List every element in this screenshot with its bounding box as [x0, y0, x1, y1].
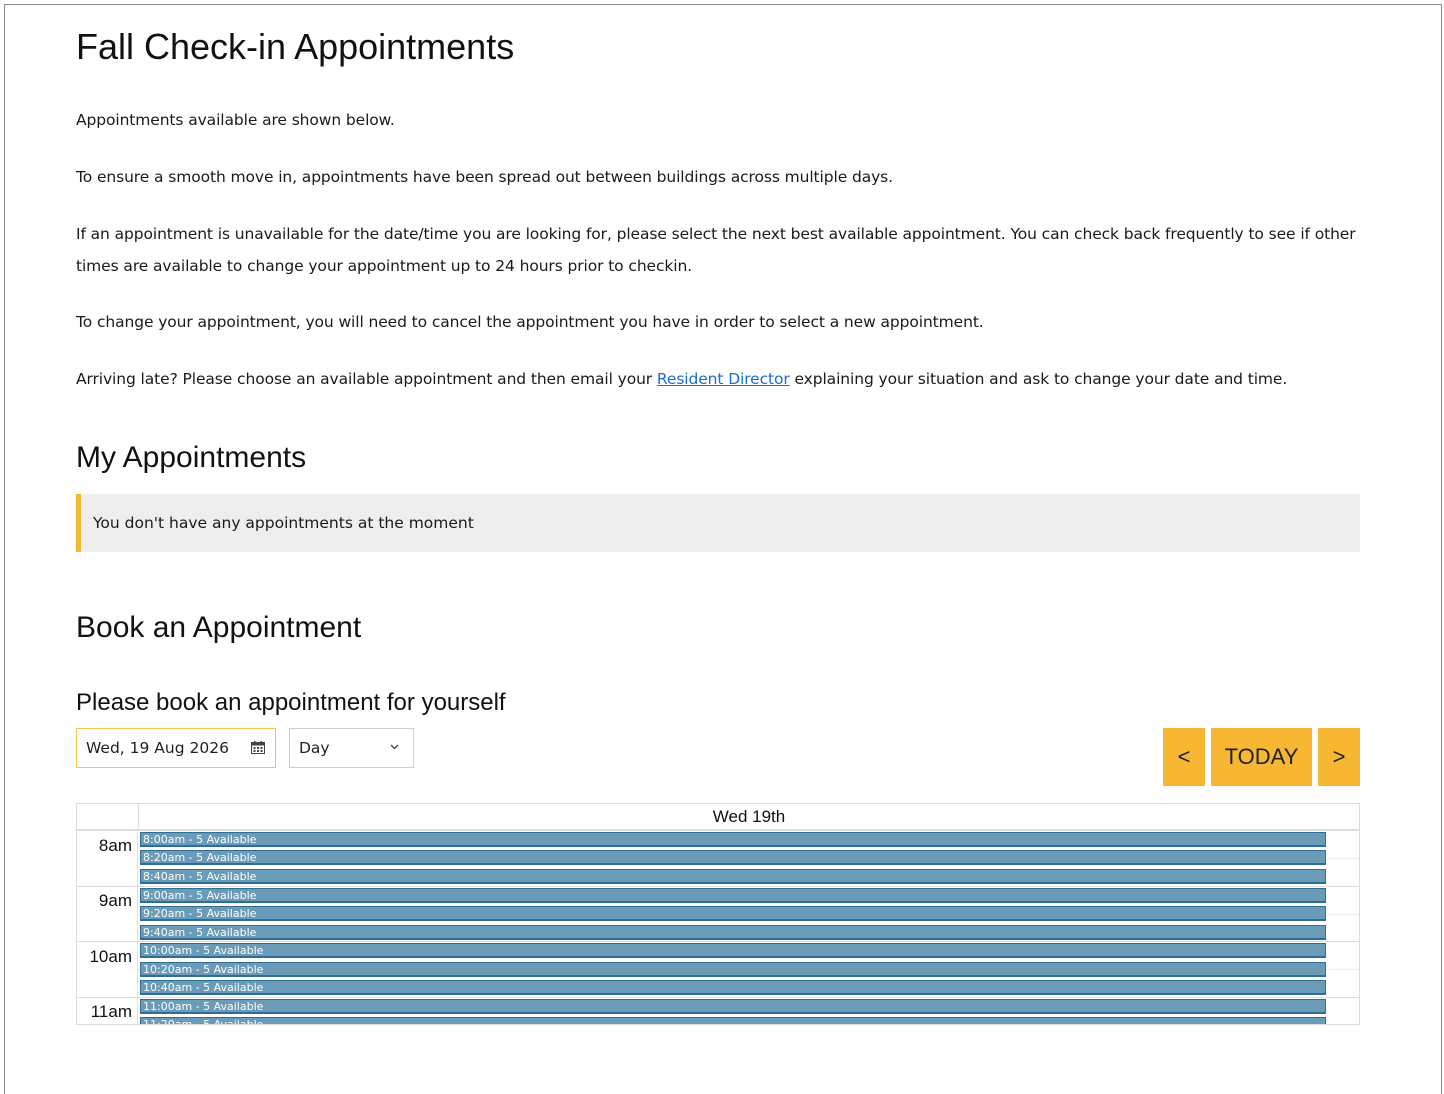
hour-label: 10am	[89, 947, 132, 966]
date-picker-input[interactable]: Wed, 19 Aug 2026	[76, 728, 276, 768]
day-calendar: Wed 19th 8am 9am 10am 11am 8:00am - 5 Av…	[76, 803, 1360, 1025]
intro-paragraph-4: To change your appointment, you will nee…	[76, 313, 984, 331]
paragraph-5-text-end: explaining your situation and ask to cha…	[789, 370, 1288, 388]
book-for-yourself-subheading: Please book an appointment for yourself	[76, 689, 506, 716]
paragraph-5-text-start: Arriving late? Please choose an availabl…	[76, 370, 657, 388]
appointment-slot[interactable]: 9:20am - 5 Available	[140, 906, 1326, 921]
appointment-slot[interactable]: 8:20am - 5 Available	[140, 850, 1326, 865]
intro-paragraph-1: Appointments available are shown below.	[76, 111, 395, 129]
calendar-corner	[77, 804, 138, 830]
hour-label: 8am	[98, 836, 132, 855]
date-value: Wed, 19 Aug 2026	[86, 739, 229, 757]
calendar-icon	[251, 741, 265, 754]
hour-label: 11am	[90, 1002, 132, 1021]
resident-director-link[interactable]: Resident Director	[657, 370, 790, 388]
time-gutter	[77, 830, 138, 1024]
appointment-slot[interactable]: 11:00am - 5 Available	[140, 999, 1326, 1014]
appointment-slot[interactable]: 8:00am - 5 Available	[140, 832, 1326, 847]
hour-line	[77, 886, 1359, 887]
my-appointments-heading: My Appointments	[76, 441, 307, 474]
intro-paragraph-5: Arriving late? Please choose an availabl…	[76, 363, 1360, 395]
today-button[interactable]: TODAY	[1211, 728, 1312, 786]
previous-button[interactable]: <	[1163, 728, 1205, 786]
chevron-down-icon	[390, 744, 399, 750]
view-select[interactable]: Day	[289, 728, 414, 768]
hour-line	[77, 830, 1359, 831]
book-appointment-heading: Book an Appointment	[76, 611, 362, 644]
next-button[interactable]: >	[1318, 728, 1360, 786]
day-column-header: Wed 19th	[138, 804, 1359, 830]
page-title: Fall Check-in Appointments	[76, 26, 515, 67]
appointment-slot[interactable]: 11:20am - 5 Available	[140, 1017, 1326, 1024]
view-select-value: Day	[299, 739, 330, 757]
appointment-slot[interactable]: 8:40am - 5 Available	[140, 869, 1326, 884]
appointment-slot[interactable]: 10:00am - 5 Available	[140, 943, 1326, 958]
hour-line	[77, 941, 1359, 942]
hour-label: 9am	[98, 891, 132, 910]
appointment-slot[interactable]: 9:00am - 5 Available	[140, 888, 1326, 903]
appointment-slot[interactable]: 10:40am - 5 Available	[140, 980, 1326, 995]
no-appointments-notice: You don't have any appointments at the m…	[76, 494, 1360, 552]
appointment-slot[interactable]: 10:20am - 5 Available	[140, 962, 1326, 977]
appointment-slot[interactable]: 9:40am - 5 Available	[140, 925, 1326, 940]
hour-line	[77, 997, 1359, 998]
intro-paragraph-3: If an appointment is unavailable for the…	[76, 225, 1356, 275]
intro-paragraph-2: To ensure a smooth move in, appointments…	[76, 168, 893, 186]
